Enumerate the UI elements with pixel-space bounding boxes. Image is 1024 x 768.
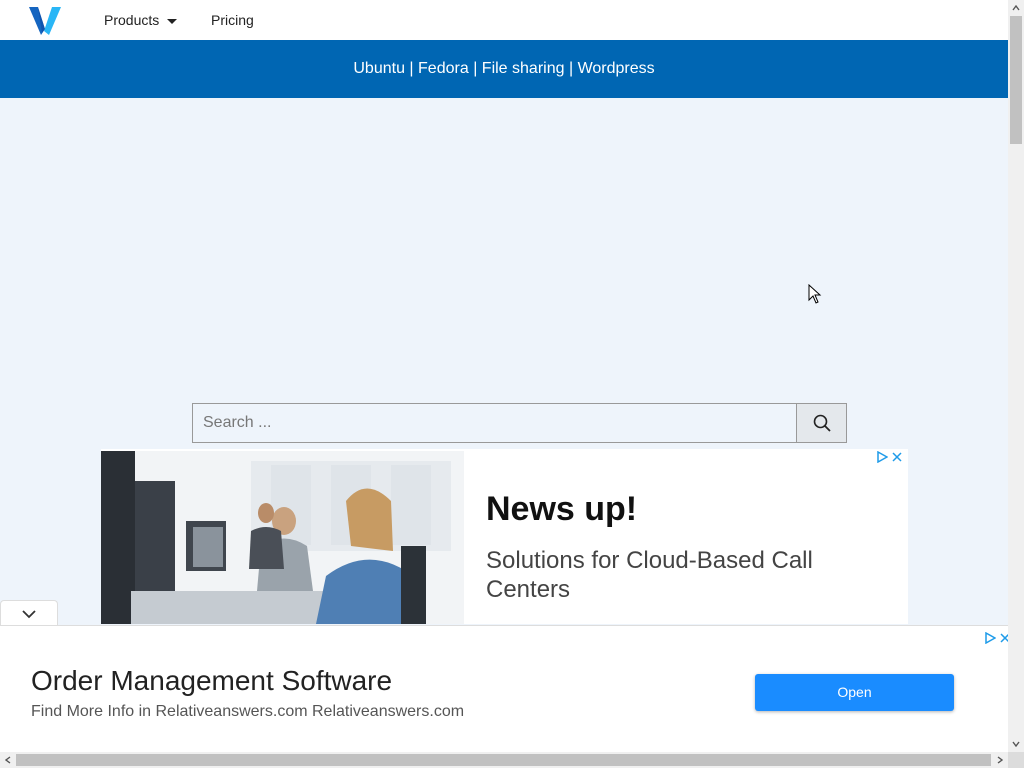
scrollbar-corner [1008,752,1024,768]
scroll-down-arrow-icon[interactable] [1008,736,1024,752]
ad-call-centers[interactable]: News up! Solutions for Cloud-Based Call … [101,449,908,624]
vertical-scroll-thumb[interactable] [1010,16,1022,144]
horizontal-scroll-thumb[interactable] [16,754,991,766]
v-logo-icon[interactable] [29,5,61,35]
scroll-left-arrow-icon[interactable] [0,752,16,768]
ad-choices[interactable] [984,632,1010,644]
horizontal-scrollbar[interactable] [0,752,1024,768]
nav-products-label: Products [104,12,160,28]
banner-separator: | [568,60,574,77]
ad-title: Order Management Software [31,665,393,696]
close-icon[interactable] [892,452,902,462]
search-button[interactable] [796,403,847,443]
adchoices-icon[interactable] [876,451,888,463]
ad-subtitle: Solutions for Cloud-Based Call Centers [486,547,813,603]
ad-photo-call-center [101,451,464,624]
open-button[interactable]: Open [755,674,954,711]
category-banner: Ubuntu | Fedora | File sharing | Wordpre… [0,40,1008,98]
banner-link-file-sharing[interactable]: File sharing [482,60,565,77]
scroll-right-arrow-icon[interactable] [992,752,1008,768]
banner-link-ubuntu[interactable]: Ubuntu [353,60,405,77]
banner-link-wordpress[interactable]: Wordpress [578,60,655,77]
ad-order-management[interactable]: Order Management Software Find More Info… [0,625,1024,752]
nav-pricing[interactable]: Pricing [211,12,254,28]
adchoices-icon[interactable] [984,632,996,644]
nav-products[interactable]: Products [104,12,178,28]
chevron-down-icon [22,609,36,618]
ad-title: News up! [486,490,638,528]
ad-choices[interactable] [876,451,902,463]
search-form [192,403,847,443]
caret-down-icon [167,18,178,24]
banner-separator: | [409,60,414,77]
mouse-cursor-icon [808,284,822,304]
search-icon [813,414,831,432]
ad-collapse-button[interactable] [0,600,58,626]
search-input[interactable] [192,403,797,443]
scroll-up-arrow-icon[interactable] [1008,0,1024,16]
ad-subtitle: Find More Info in Relativeanswers.com Re… [31,703,465,720]
vertical-scrollbar[interactable] [1008,0,1024,752]
banner-link-fedora[interactable]: Fedora [418,60,469,77]
banner-separator: | [473,60,478,77]
top-navigation: Products Pricing [0,0,1008,40]
